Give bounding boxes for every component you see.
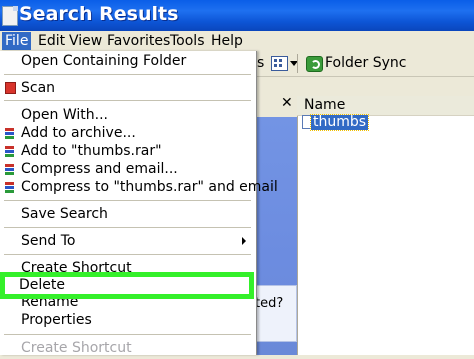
menu-item-label: Open With...	[21, 107, 108, 123]
menu-item-compress-to-thumbs-rar-and-email[interactable]: Compress to "thumbs.rar" and email	[0, 178, 278, 198]
menu-item-label: Add to "thumbs.rar"	[21, 143, 162, 159]
menu-separator	[4, 200, 251, 201]
menu-item-label: Properties	[21, 312, 92, 328]
winrar-icon	[5, 164, 14, 175]
menu-item-open-containing-folder[interactable]: Open Containing Folder	[0, 52, 256, 72]
menu-tools[interactable]: Tools	[170, 32, 205, 50]
menu-item-add-to-archive[interactable]: Add to archive...	[0, 124, 256, 144]
winrar-icon	[5, 128, 14, 139]
file-item-thumbs[interactable]: thumbs	[309, 114, 370, 131]
menu-item-delete[interactable]: Delete	[19, 276, 65, 294]
menu-item-add-to-thumbs-rar[interactable]: Add to "thumbs.rar"	[0, 142, 256, 162]
submenu-arrow-icon	[242, 237, 246, 245]
file-menu-dropdown: Open Containing Folder Scan Open With...…	[0, 51, 278, 356]
menu-item-label: Open Containing Folder	[21, 53, 187, 69]
toolbar-partial-label[interactable]: s	[257, 55, 264, 71]
menu-item-properties[interactable]: Properties	[0, 311, 256, 331]
title-bar: Search Results	[0, 0, 474, 31]
menu-separator	[4, 74, 251, 75]
search-info-text: ted?	[255, 296, 284, 311]
menu-separator	[4, 100, 251, 101]
window-title: Search Results	[19, 3, 179, 25]
folder-sync-icon[interactable]	[306, 56, 323, 72]
column-header-name[interactable]: Name	[304, 97, 345, 114]
toolbar-separator	[297, 54, 298, 73]
menu-separator	[4, 227, 251, 228]
menu-edit[interactable]: Edit	[38, 32, 65, 50]
menu-item-label: Scan	[21, 80, 56, 96]
menu-item-save-search[interactable]: Save Search	[0, 205, 256, 225]
menu-view[interactable]: View	[69, 32, 102, 50]
menu-item-open-with[interactable]: Open With...	[0, 106, 256, 126]
menu-separator	[4, 254, 251, 255]
views-icon[interactable]	[271, 56, 288, 71]
search-info-box	[255, 285, 297, 342]
menu-help[interactable]: Help	[211, 32, 243, 50]
search-results-icon	[2, 6, 18, 26]
folder-sync-button[interactable]: Folder Sync	[325, 55, 406, 71]
menu-file[interactable]: File	[2, 32, 32, 50]
menu-separator	[4, 334, 251, 335]
menu-item-create-shortcut-disabled: Create Shortcut	[0, 339, 256, 359]
menu-item-scan[interactable]: Scan	[0, 79, 256, 99]
menu-favorites[interactable]: Favorites	[107, 32, 170, 50]
winrar-icon	[5, 182, 14, 193]
menu-item-send-to[interactable]: Send To	[0, 232, 256, 252]
menu-item-label: Create Shortcut	[21, 340, 132, 356]
menu-item-label: Add to archive...	[21, 125, 136, 141]
menu-item-label: Compress and email...	[21, 161, 178, 177]
file-list-pane	[297, 96, 474, 355]
menu-item-label: Compress to "thumbs.rar" and email	[21, 179, 278, 195]
winrar-icon	[5, 146, 14, 157]
menu-item-label: Save Search	[21, 206, 108, 222]
scan-icon	[5, 82, 16, 94]
menu-item-label: Send To	[21, 233, 76, 249]
menu-item-compress-and-email[interactable]: Compress and email...	[0, 160, 256, 180]
close-pane-icon[interactable]: ✕	[281, 94, 293, 112]
menu-bar: File Edit View Favorites Tools Help	[0, 31, 474, 52]
